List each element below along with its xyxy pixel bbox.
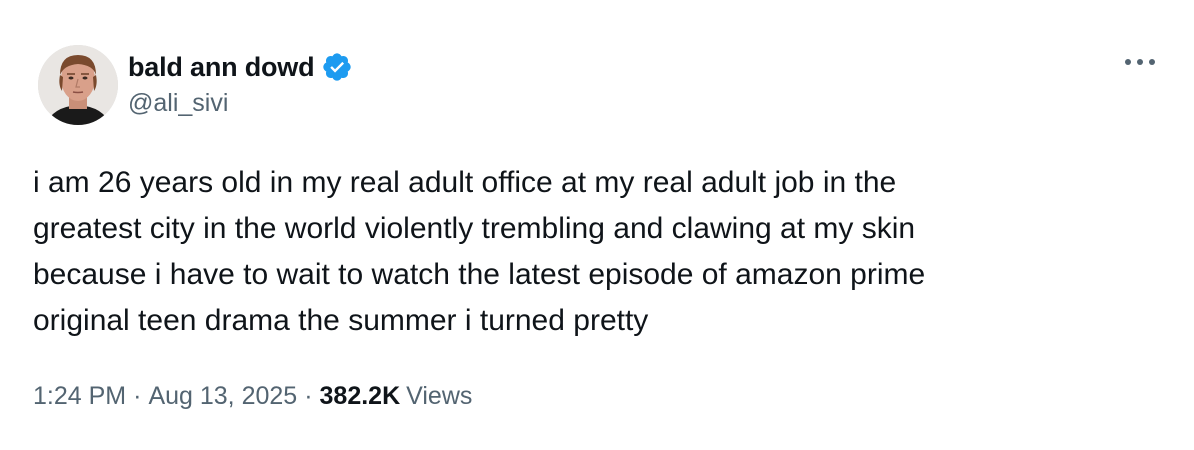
user-handle[interactable]: @ali_sivi: [128, 89, 353, 118]
views-count[interactable]: 382.2K: [320, 382, 401, 411]
name-row: bald ann dowd: [128, 50, 353, 84]
tweet-time[interactable]: 1:24 PM: [33, 382, 126, 411]
views-label[interactable]: Views: [406, 382, 472, 411]
tweet-text: i am 26 years old in my real adult offic…: [33, 166, 926, 337]
separator: ·: [133, 382, 142, 410]
separator: ·: [304, 382, 313, 410]
avatar-image: [38, 45, 118, 125]
more-options-icon[interactable]: [1120, 52, 1160, 72]
tweet-date[interactable]: Aug 13, 2025: [148, 382, 297, 411]
author-block: bald ann dowd @ali_sivi: [128, 50, 353, 118]
avatar[interactable]: [38, 45, 118, 125]
verified-badge-icon[interactable]: [321, 51, 353, 83]
tweet-card: bald ann dowd @ali_sivi i am 26 years ol…: [0, 0, 1194, 450]
tweet-metadata: 1:24 PM · Aug 13, 2025 · 382.2K Views: [33, 382, 472, 411]
display-name[interactable]: bald ann dowd: [128, 52, 315, 83]
